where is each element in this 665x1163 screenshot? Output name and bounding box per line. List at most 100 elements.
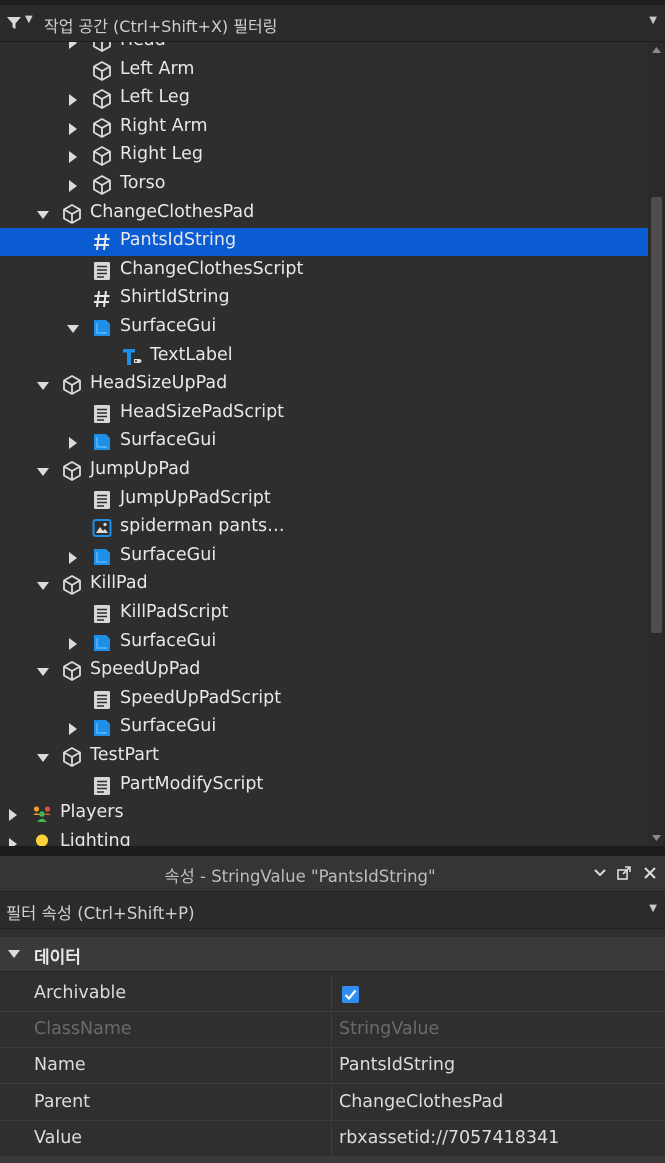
tree-row[interactable]: SurfaceGui <box>0 629 648 657</box>
chevron-down-icon[interactable] <box>591 864 609 882</box>
tree-row[interactable]: PantsIdString <box>0 228 648 257</box>
tree-row[interactable]: SpeedUpPad <box>0 657 648 685</box>
surface-gui-icon <box>91 431 113 453</box>
part-icon <box>61 574 83 596</box>
property-value[interactable]: PantsIdString <box>339 1055 455 1075</box>
chevron-down-icon[interactable]: ▼ <box>649 15 657 26</box>
tree-row[interactable]: SpeedUpPadScript <box>0 686 648 714</box>
column-separator <box>331 1120 332 1157</box>
tree-row[interactable]: Left Arm <box>0 57 648 85</box>
tree-item-label: PartModifyScript <box>120 773 264 794</box>
part-icon <box>91 117 113 139</box>
filter-caret-icon[interactable]: ▼ <box>25 14 33 25</box>
undock-icon[interactable] <box>615 864 633 882</box>
expand-arrow-right-icon[interactable] <box>67 121 79 135</box>
tree-item-label: TestPart <box>90 745 160 765</box>
properties-filter-bar[interactable]: 필터 속성 (Ctrl+Shift+P) ▼ <box>0 893 665 929</box>
tree-item-label: SurfaceGui <box>120 430 217 451</box>
expand-arrow-down-icon[interactable] <box>37 750 49 764</box>
expand-arrow-down-icon[interactable] <box>37 578 49 592</box>
properties-filter-input[interactable]: 필터 속성 (Ctrl+Shift+P) <box>6 900 195 924</box>
tree-item-label: KillPad <box>90 573 148 594</box>
part-icon <box>91 42 113 53</box>
expand-arrow-right-icon[interactable] <box>67 550 79 564</box>
close-icon[interactable] <box>641 864 659 882</box>
tree-row[interactable]: PartModifyScript <box>0 772 648 800</box>
property-row-name[interactable]: Name PantsIdString <box>0 1048 665 1085</box>
property-row-value[interactable]: Value rbxassetid://7057418341 <box>0 1120 665 1157</box>
tree-row[interactable]: ShirtIdString <box>0 285 648 313</box>
archivable-checkbox[interactable] <box>342 986 359 1003</box>
property-value[interactable]: rbxassetid://7057418341 <box>339 1128 559 1148</box>
property-value[interactable]: ChangeClothesPad <box>339 1092 503 1112</box>
properties-section-data[interactable]: 데이터 <box>0 937 665 972</box>
expand-arrow-right-icon[interactable] <box>67 149 79 164</box>
tree-item-label: HeadSizePadScript <box>120 401 285 422</box>
text-label-icon <box>121 346 143 368</box>
tree-row[interactable]: Lighting <box>0 829 648 846</box>
chevron-down-icon[interactable]: ▼ <box>649 903 657 914</box>
tree-item-label: Right Arm <box>120 115 208 136</box>
expand-arrow-down-icon[interactable] <box>37 207 49 221</box>
tree-row[interactable]: ChangeClothesScript <box>0 257 648 285</box>
tree-item-label: Right Leg <box>120 144 203 165</box>
tree-row[interactable]: Left Leg <box>0 85 648 113</box>
property-row-parent[interactable]: Parent ChangeClothesPad <box>0 1084 665 1121</box>
tree-row[interactable]: Torso <box>0 171 648 199</box>
tree-row[interactable]: JumpUpPad <box>0 457 648 485</box>
expand-arrow-down-icon[interactable] <box>37 464 49 478</box>
tree-row[interactable]: ChangeClothesPad <box>0 200 648 228</box>
tree-row[interactable]: TextLabel <box>0 343 648 371</box>
expand-arrow-right-icon[interactable] <box>7 836 19 846</box>
property-name: ClassName <box>34 1019 132 1040</box>
property-row-archivable[interactable]: Archivable <box>0 976 665 1012</box>
tree-row[interactable]: Head <box>0 42 648 56</box>
tree-row[interactable]: SurfaceGui <box>0 428 648 456</box>
tree-item-label: TextLabel <box>150 344 233 365</box>
tree-row[interactable]: SurfaceGui <box>0 543 648 571</box>
scroll-down-icon[interactable] <box>648 830 665 846</box>
scrollbar-thumb[interactable] <box>651 197 662 633</box>
column-separator <box>331 976 332 1012</box>
properties-title-bar: 속성 - StringValue "PantsIdString" <box>0 856 665 892</box>
tree-row[interactable]: SurfaceGui <box>0 314 648 342</box>
script-icon <box>91 775 113 797</box>
expand-arrow-down-icon[interactable] <box>67 321 79 335</box>
tree-item-label: PantsIdString <box>120 230 237 251</box>
section-label: 데이터 <box>34 948 81 968</box>
explorer-filter-input[interactable]: 작업 공간 (Ctrl+Shift+X) 필터링 <box>44 13 277 37</box>
tree-row[interactable]: JumpUpPadScript <box>0 486 648 514</box>
expand-arrow-right-icon[interactable] <box>7 807 19 822</box>
tree-item-label: ShirtIdString <box>120 287 230 308</box>
tree-row[interactable]: HeadSizeUpPad <box>0 371 648 399</box>
expand-arrow-right-icon[interactable] <box>67 42 79 49</box>
property-name: Parent <box>34 1091 91 1112</box>
tree-row[interactable]: spiderman pants… <box>0 514 648 542</box>
explorer-tree: Head Left Arm Left Leg Right Arm Right Leg To… <box>0 42 648 846</box>
tree-row[interactable]: Right Arm <box>0 114 648 142</box>
expand-arrow-down-icon[interactable] <box>37 664 49 678</box>
expand-arrow-right-icon[interactable] <box>67 435 79 450</box>
collapse-triangle-icon[interactable] <box>8 949 20 959</box>
expand-arrow-right-icon[interactable] <box>67 636 79 650</box>
column-separator <box>331 1012 332 1049</box>
tree-row[interactable]: SurfaceGui <box>0 714 648 742</box>
property-row-classname[interactable]: ClassName StringValue <box>0 1012 665 1049</box>
tree-row[interactable]: HeadSizePadScript <box>0 400 648 428</box>
tree-row[interactable]: Players <box>0 800 648 828</box>
tree-item-label: Lighting <box>60 830 131 846</box>
explorer-filter-bar[interactable]: ▼ 작업 공간 (Ctrl+Shift+X) 필터링 ▼ <box>0 0 665 42</box>
explorer-scrollbar[interactable] <box>648 42 665 846</box>
expand-arrow-right-icon[interactable] <box>67 92 79 107</box>
filter-icon[interactable] <box>6 15 22 31</box>
panel-divider[interactable] <box>0 846 665 856</box>
properties-bottom <box>0 1156 665 1163</box>
tree-row[interactable]: Right Leg <box>0 142 648 170</box>
tree-row[interactable]: TestPart <box>0 743 648 771</box>
expand-arrow-down-icon[interactable] <box>37 378 49 392</box>
tree-row[interactable]: KillPadScript <box>0 600 648 628</box>
scroll-up-icon[interactable] <box>648 42 665 58</box>
tree-row[interactable]: KillPad <box>0 571 648 599</box>
expand-arrow-right-icon[interactable] <box>67 721 79 736</box>
expand-arrow-right-icon[interactable] <box>67 178 79 192</box>
